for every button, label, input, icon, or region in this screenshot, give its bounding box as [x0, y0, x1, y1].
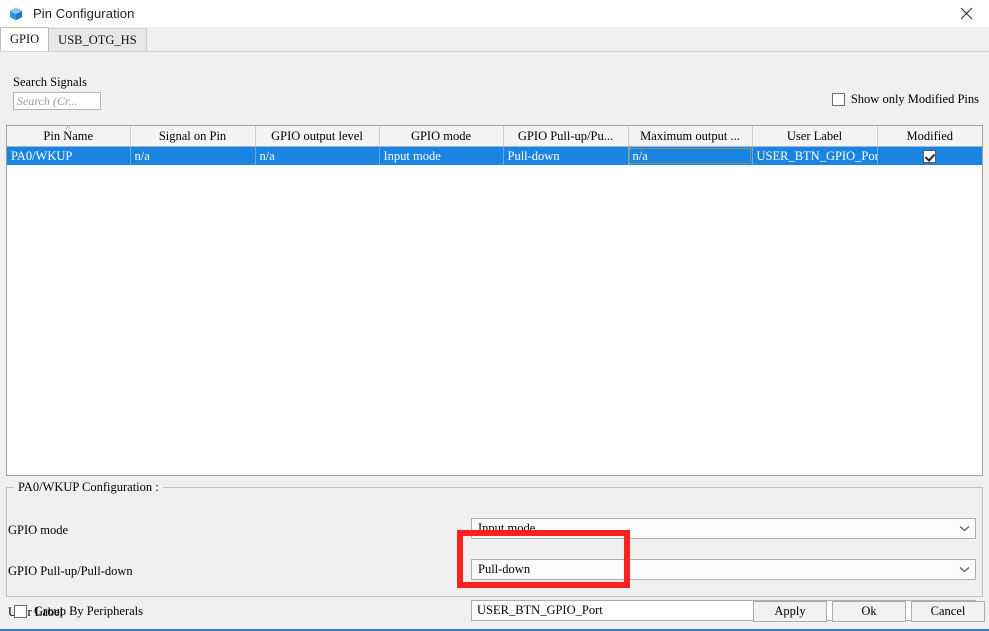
- window-title: Pin Configuration: [33, 6, 135, 21]
- checkbox-box: [14, 605, 27, 618]
- gpio-pull-up-pull-down-value: Pull-down: [478, 562, 531, 576]
- title-bar: Pin Configuration: [0, 0, 989, 27]
- group-by-peripherals-label: Group By Peripherals: [34, 604, 144, 618]
- tab-bar: GPIO USB_OTG_HS: [0, 27, 989, 52]
- show-only-modified-pins-checkbox[interactable]: Show only Modified Pins: [831, 92, 979, 107]
- table-row[interactable]: PA0/WKUP n/a n/a Input mode Pull-down n/…: [7, 146, 982, 165]
- pin-table-container[interactable]: ˄ Pin Name Signal on Pin GPIO output lev…: [6, 125, 983, 476]
- column-header-user-label[interactable]: User Label: [752, 126, 878, 147]
- show-only-modified-pins-label: Show only Modified Pins: [850, 92, 979, 106]
- sort-ascending-icon: ˄: [65, 126, 71, 132]
- cell-pin-name[interactable]: PA0/WKUP: [7, 146, 131, 165]
- cube-icon: [8, 6, 24, 22]
- cancel-button[interactable]: Cancel: [911, 601, 985, 622]
- gpio-pull-up-pull-down-label: GPIO Pull-up/Pull-down: [8, 564, 133, 578]
- column-header-gpio-mode[interactable]: GPIO mode: [379, 126, 504, 147]
- ok-button[interactable]: Ok: [832, 601, 906, 622]
- gpio-mode-select[interactable]: Input mode: [471, 518, 976, 539]
- search-input[interactable]: [13, 92, 101, 110]
- cell-user-label[interactable]: USER_BTN_GPIO_Port: [752, 146, 878, 165]
- gpio-pull-up-pull-down-select[interactable]: Pull-down: [471, 559, 976, 580]
- tab-gpio-label: GPIO: [10, 32, 40, 46]
- pin-table-header-row: ˄ Pin Name Signal on Pin GPIO output lev…: [7, 126, 982, 147]
- tab-usb-otg-hs-label: USB_OTG_HS: [58, 33, 137, 47]
- pin-configuration-groupbox: PA0/WKUP Configuration :: [6, 480, 983, 597]
- cell-gpio-mode[interactable]: Input mode: [379, 146, 504, 165]
- cell-gpio-pull-up-pull-down[interactable]: Pull-down: [503, 146, 629, 165]
- column-header-modified[interactable]: Modified: [877, 126, 982, 147]
- groupbox-title: PA0/WKUP Configuration :: [14, 480, 163, 495]
- column-header-maximum-output[interactable]: Maximum output ...: [628, 126, 753, 147]
- pin-configuration-dialog: Pin Configuration GPIO USB_OTG_HS Search…: [0, 0, 989, 631]
- cell-gpio-output-level[interactable]: n/a: [255, 146, 380, 165]
- pin-table: ˄ Pin Name Signal on Pin GPIO output lev…: [7, 126, 982, 165]
- tab-gpio[interactable]: GPIO: [0, 27, 50, 51]
- group-by-peripherals-checkbox[interactable]: Group By Peripherals: [14, 604, 143, 619]
- tab-usb-otg-hs[interactable]: USB_OTG_HS: [48, 28, 147, 51]
- chevron-down-icon: [953, 560, 975, 579]
- column-header-gpio-pull-label: GPIO Pull-up/Pu...: [517, 128, 614, 143]
- cell-modified[interactable]: [877, 146, 982, 165]
- column-header-maximum-output-label: Maximum output ...: [640, 128, 740, 143]
- modified-checkbox[interactable]: [923, 150, 937, 164]
- close-icon[interactable]: [943, 0, 989, 27]
- gpio-mode-value: Input mode: [478, 521, 536, 535]
- column-header-gpio-pull-up-pull-down[interactable]: GPIO Pull-up/Pu...: [503, 126, 629, 147]
- column-header-gpio-output-level[interactable]: GPIO output level: [255, 126, 380, 147]
- column-header-user-label-label: User Label: [786, 128, 843, 143]
- column-header-gpio-output-level-label: GPIO output level: [271, 128, 363, 143]
- column-header-signal-on-pin-label: Signal on Pin: [158, 128, 227, 143]
- column-header-signal-on-pin[interactable]: Signal on Pin: [130, 126, 256, 147]
- checkbox-box: [831, 93, 845, 106]
- apply-button[interactable]: Apply: [753, 601, 827, 622]
- search-signals-label: Search Signals: [13, 75, 87, 89]
- gpio-panel: Search Signals Show only Modified Pins ˄: [0, 52, 989, 629]
- cell-maximum-output[interactable]: n/a: [628, 146, 753, 165]
- gpio-mode-label: GPIO mode: [8, 523, 69, 537]
- column-header-modified-label: Modified: [906, 128, 954, 143]
- column-header-pin-name[interactable]: ˄ Pin Name: [7, 126, 131, 147]
- chevron-down-icon: [953, 519, 975, 538]
- cell-signal-on-pin[interactable]: n/a: [130, 146, 256, 165]
- column-header-gpio-mode-label: GPIO mode: [410, 128, 472, 143]
